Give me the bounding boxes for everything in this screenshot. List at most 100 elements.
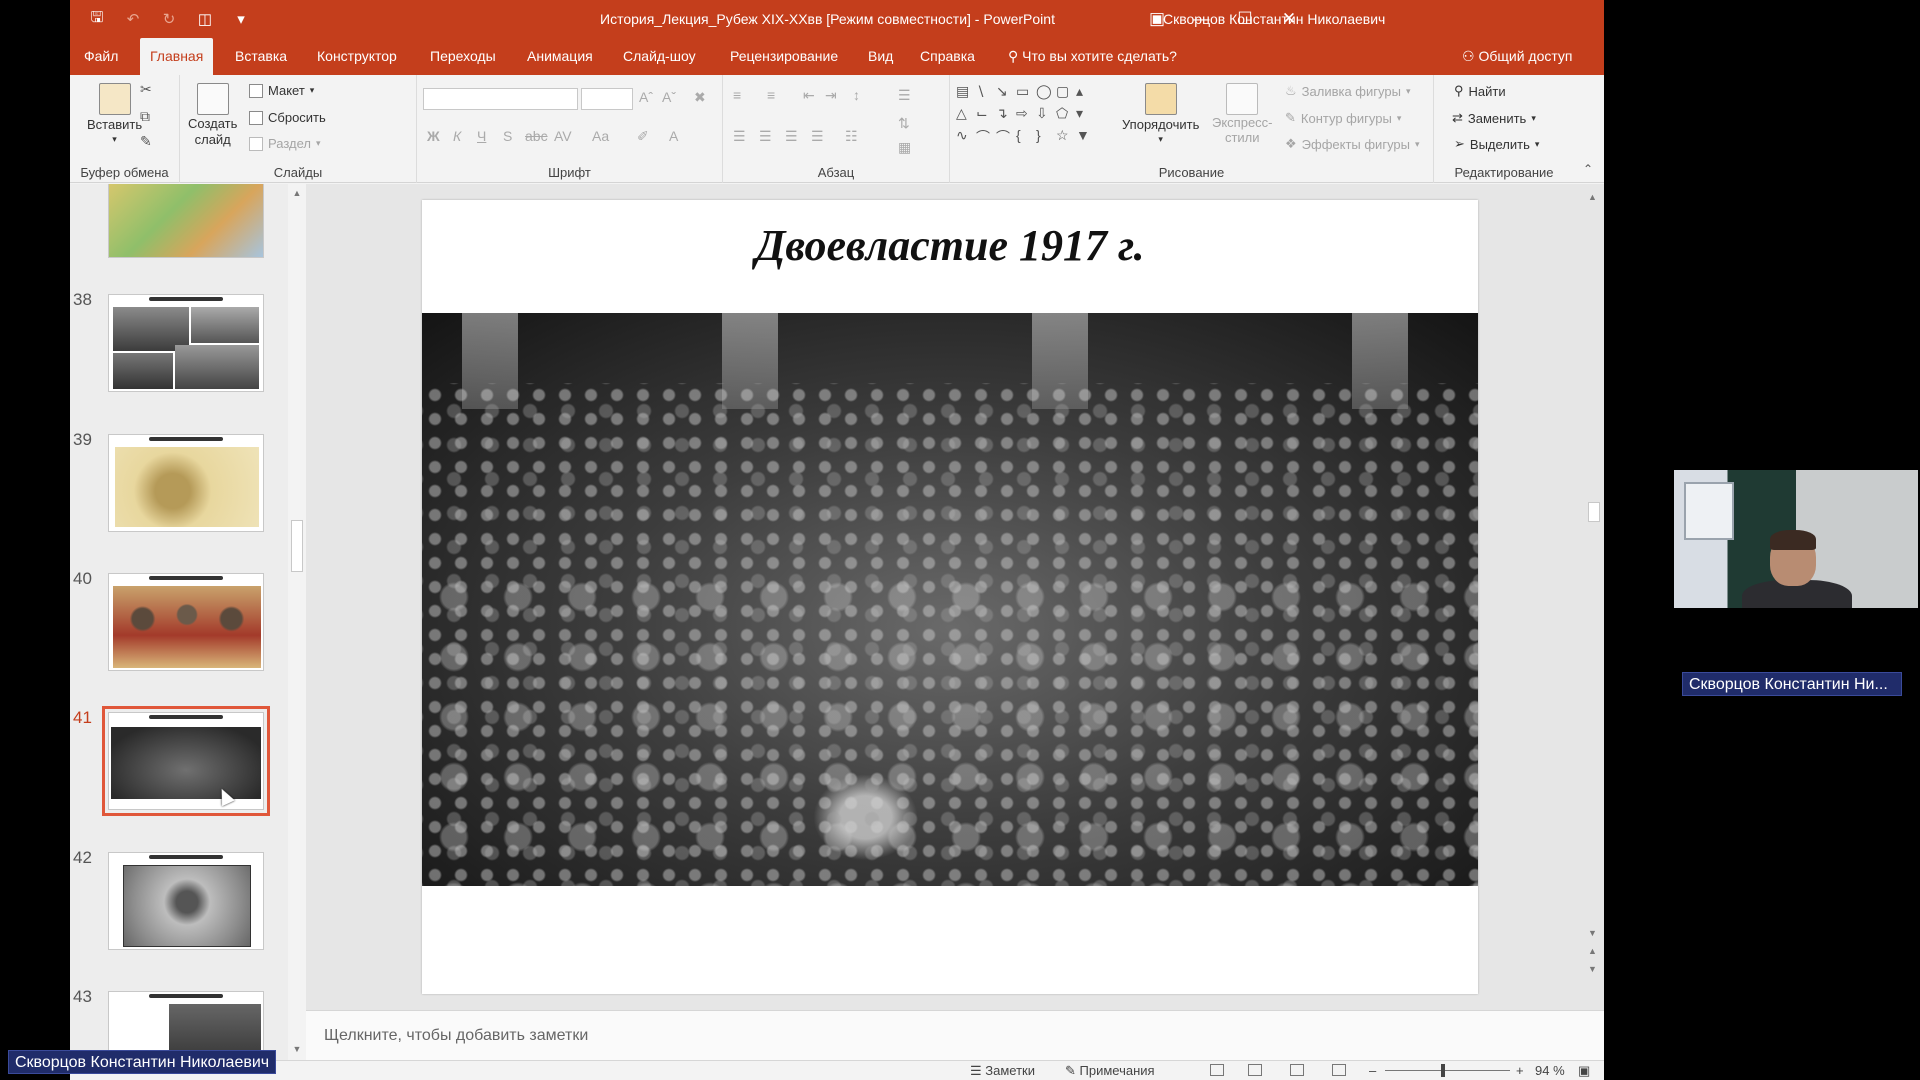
align-text-icon[interactable]: ☷ [845, 128, 858, 145]
decrease-indent-icon[interactable]: ⇤ [803, 87, 815, 104]
line-spacing-icon[interactable]: ↕ [853, 87, 860, 103]
left-brace-shape-icon[interactable]: { [1016, 127, 1036, 149]
slide-title[interactable]: Двоевластие 1917 г. [422, 220, 1478, 271]
notes-placeholder[interactable]: Щелкните, чтобы добавить заметки [324, 1027, 588, 1045]
tab-transitions[interactable]: Переходы [420, 38, 506, 75]
scroll-thumb[interactable] [291, 520, 303, 572]
undo-icon[interactable]: ↶ [122, 8, 144, 30]
font-name-input[interactable] [423, 88, 578, 110]
quick-styles-button[interactable]: Экспресс- стили [1212, 83, 1273, 145]
replace-button[interactable]: ⇄ Заменить ▾ [1452, 110, 1536, 126]
close-icon[interactable]: ✕ [1275, 5, 1303, 33]
zoom-out-icon[interactable]: – [1369, 1063, 1376, 1078]
line-shape-icon[interactable]: ∖ [976, 83, 996, 105]
shape-outline-button[interactable]: ✎ Контур фигуры ▾ [1285, 110, 1401, 126]
increase-indent-icon[interactable]: ⇥ [825, 87, 837, 104]
ribbon-display-options-icon[interactable]: ▣ [1143, 5, 1171, 33]
decrease-font-icon[interactable]: Aˇ [662, 89, 676, 105]
slideshow-view-icon[interactable] [1332, 1064, 1346, 1076]
star-shape-icon[interactable]: ☆ [1056, 127, 1076, 149]
paste-button[interactable]: Вставить ▾ [87, 83, 142, 145]
tell-me-search[interactable]: ⚲ Что вы хотите сделать? [1008, 38, 1177, 75]
normal-view-icon[interactable] [1210, 1064, 1224, 1076]
find-button[interactable]: ⚲ Найти [1454, 83, 1506, 99]
arrange-button[interactable]: Упорядочить ▾ [1122, 83, 1199, 145]
italic-icon[interactable]: К [453, 128, 461, 144]
slide-thumbnail-38[interactable] [108, 294, 264, 392]
slide-scrollbar[interactable]: ▲ ▼ ▲ ▼ [1586, 184, 1604, 1010]
format-painter-icon[interactable]: ✎ [140, 133, 152, 150]
right-brace-shape-icon[interactable]: } [1036, 127, 1056, 149]
connector-shape-icon[interactable]: ⌙ [976, 105, 996, 127]
tab-slideshow[interactable]: Слайд-шоу [613, 38, 706, 75]
crowd-photo[interactable] [422, 313, 1478, 886]
curve-shape-icon[interactable]: ⌒ [976, 127, 996, 149]
pentagon-shape-icon[interactable]: ⬠ [1056, 105, 1076, 127]
clear-formatting-icon[interactable]: ✖ [694, 89, 706, 106]
tab-view[interactable]: Вид [858, 38, 903, 75]
font-color-icon[interactable]: A [669, 128, 678, 144]
down-arrow-shape-icon[interactable]: ⇩ [1036, 105, 1056, 127]
comments-button[interactable]: ✎ Примечания [1065, 1063, 1155, 1079]
smartart-icon[interactable]: ▦ [898, 139, 911, 156]
zoom-in-icon[interactable]: + [1516, 1063, 1524, 1078]
share-button[interactable]: ⚇ Общий доступ [1462, 38, 1573, 75]
oval-shape-icon[interactable]: ◯ [1036, 83, 1056, 105]
scroll-down-icon[interactable]: ▼ [1588, 928, 1597, 938]
increase-font-icon[interactable]: Aˆ [639, 89, 653, 105]
columns-icon[interactable]: ☰ [898, 87, 911, 104]
right-arrow-shape-icon[interactable]: ⇨ [1016, 105, 1036, 127]
scroll-up-icon[interactable]: ▲ [1588, 192, 1597, 202]
text-direction-icon[interactable]: ⇅ [898, 115, 910, 132]
save-icon[interactable]: 🖫 [86, 8, 108, 30]
select-button[interactable]: ➢ Выделить ▾ [1454, 136, 1539, 152]
change-case-icon[interactable]: Aa [592, 128, 609, 144]
strikethrough-icon[interactable]: abc [525, 128, 548, 144]
tab-help[interactable]: Справка [910, 38, 985, 75]
numbering-icon[interactable]: ≡ [767, 87, 775, 103]
new-slide-button[interactable]: Создать слайд [188, 83, 237, 147]
scroll-up-icon[interactable]: ▲ [291, 188, 303, 200]
section-button[interactable]: Раздел ▾ [249, 136, 321, 151]
slide-thumbnail-42[interactable] [108, 852, 264, 950]
elbow-connector-shape-icon[interactable]: ↴ [996, 105, 1016, 127]
gallery-expand-icon[interactable]: ▼ [1076, 127, 1096, 149]
tab-design[interactable]: Конструктор [307, 38, 407, 75]
character-spacing-icon[interactable]: AV [554, 128, 572, 144]
reset-button[interactable]: Сбросить [249, 110, 326, 125]
fit-to-window-icon[interactable]: ▣ [1578, 1063, 1590, 1079]
thumbnails-scrollbar[interactable]: ▲ ▼ [288, 184, 306, 1060]
reading-view-icon[interactable] [1290, 1064, 1304, 1076]
align-center-icon[interactable]: ☰ [759, 128, 772, 145]
shapes-gallery[interactable]: ▤ ∖ ↘ ▭ ◯ ▢ ▴ △ ⌙ ↴ ⇨ ⇩ ⬠ ▾ ∿ ⌒ ⌒ {} ☆ … [956, 83, 1106, 155]
next-slide-icon[interactable]: ▼ [1588, 964, 1597, 974]
rounded-rect-shape-icon[interactable]: ▢ [1056, 83, 1076, 105]
shape-fill-button[interactable]: ♨ Заливка фигуры ▾ [1285, 83, 1410, 99]
tab-home[interactable]: Главная [140, 38, 214, 75]
font-size-input[interactable] [581, 88, 633, 110]
notes-toggle-button[interactable]: ☰ Заметки [970, 1063, 1035, 1079]
highlight-icon[interactable]: ✐ [637, 128, 649, 145]
justify-icon[interactable]: ☰ [811, 128, 824, 145]
maximize-icon[interactable]: ☐ [1231, 5, 1259, 33]
arrow-shape-icon[interactable]: ↘ [996, 83, 1016, 105]
tab-animations[interactable]: Анимация [517, 38, 603, 75]
zoom-slider-thumb[interactable] [1441, 1064, 1445, 1077]
tab-file[interactable]: Файл [74, 38, 128, 75]
customize-toolbar-icon[interactable]: ▾ [230, 8, 252, 30]
cut-icon[interactable]: ✂ [140, 81, 152, 98]
slide-sorter-icon[interactable] [1248, 1064, 1262, 1076]
tab-insert[interactable]: Вставка [225, 38, 297, 75]
align-left-icon[interactable]: ☰ [733, 128, 746, 145]
slide-thumbnails-panel[interactable]: 38 39 40 41 42 43 [70, 184, 306, 1060]
redo-icon[interactable]: ↻ [158, 8, 180, 30]
textbox-shape-icon[interactable]: ▤ [956, 83, 976, 105]
start-slideshow-icon[interactable]: ◫ [194, 8, 216, 30]
notes-pane[interactable]: Щелкните, чтобы добавить заметки [306, 1010, 1604, 1060]
slide-thumbnail-39[interactable] [108, 434, 264, 532]
minimize-icon[interactable]: — [1187, 5, 1215, 33]
zoom-slider-track[interactable] [1385, 1070, 1510, 1071]
align-right-icon[interactable]: ☰ [785, 128, 798, 145]
current-slide[interactable]: Двоевластие 1917 г. [422, 200, 1478, 994]
layout-button[interactable]: Макет ▾ [249, 83, 314, 98]
